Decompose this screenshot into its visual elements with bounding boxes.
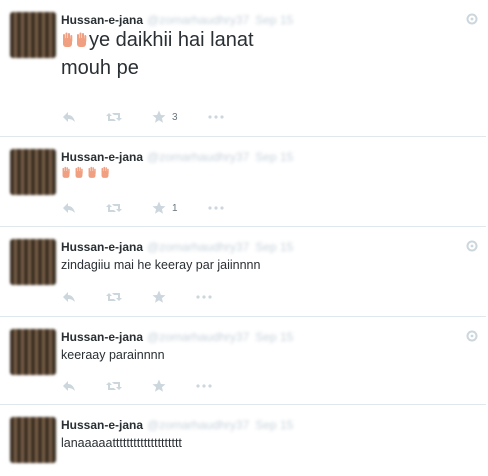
tweet-text-line: mouh pe [61, 57, 139, 79]
more-icon [196, 295, 212, 299]
star-icon [152, 110, 166, 123]
gear-icon[interactable] [466, 13, 478, 25]
retweet-button[interactable] [106, 291, 122, 303]
raised-hand-emoji [77, 32, 87, 47]
user-handle[interactable]: @zomarhaudhry37 [147, 418, 249, 432]
more-button[interactable] [207, 206, 224, 210]
avatar[interactable] [10, 329, 56, 375]
timeline: Hussan-e-jana @zomarhaudhry37 Sep 15 ye da… [0, 0, 488, 476]
tweet[interactable]: Hussan-e-jana @zomarhaudhry37 Sep 15 keera… [0, 317, 486, 405]
more-icon [207, 206, 224, 210]
favorite-button[interactable] [152, 379, 166, 393]
tweet-text-line: ye daikhii hai lanat [89, 29, 254, 51]
star-icon [152, 201, 166, 214]
tweet-actions: 1 [62, 201, 254, 215]
retweet-icon [106, 293, 122, 301]
user-handle[interactable]: @zomarhaudhry37 [147, 150, 249, 164]
user-name[interactable]: Hussan-e-jana [61, 418, 143, 432]
tweet[interactable]: Hussan-e-jana @zomarhaudhry37 Sep 15 1 [0, 137, 486, 227]
tweet-date[interactable]: Sep 15 [255, 13, 293, 27]
gear-icon[interactable] [466, 240, 478, 252]
tweet-text: zindagiiu mai he keeray par jaiinnnn [61, 258, 261, 272]
tweet-date[interactable]: Sep 15 [255, 330, 293, 344]
more-button[interactable] [196, 384, 212, 388]
retweet-icon [106, 204, 122, 212]
user-name[interactable]: Hussan-e-jana [61, 150, 143, 164]
user-name[interactable]: Hussan-e-jana [61, 13, 143, 27]
favorite-count: 1 [172, 202, 178, 214]
user-handle[interactable]: @zomarhaudhry37 [147, 240, 249, 254]
more-button[interactable] [207, 115, 224, 119]
favorite-button[interactable]: 1 [152, 201, 178, 215]
tweet-header: Hussan-e-jana @zomarhaudhry37 Sep 15 [61, 150, 293, 164]
reply-icon [63, 292, 75, 302]
tweet-text [61, 166, 113, 180]
more-icon [196, 384, 212, 388]
tweet[interactable]: Hussan-e-jana @zomarhaudhry37 Sep 15 lanaa… [0, 405, 486, 476]
reply-icon [63, 112, 75, 122]
user-handle[interactable]: @zomarhaudhry37 [147, 330, 249, 344]
tweet-actions [62, 379, 242, 393]
reply-icon [63, 203, 75, 213]
gear-icon[interactable] [466, 330, 478, 342]
retweet-button[interactable] [106, 202, 122, 214]
favorite-count: 3 [172, 111, 178, 123]
tweet-header: Hussan-e-jana @zomarhaudhry37 Sep 15 [61, 13, 293, 27]
avatar[interactable] [10, 417, 56, 463]
user-handle[interactable]: @zomarhaudhry37 [147, 13, 249, 27]
retweet-button[interactable] [106, 380, 122, 392]
reply-button[interactable] [62, 291, 76, 303]
tweet-date[interactable]: Sep 15 [255, 150, 293, 164]
tweet-header: Hussan-e-jana @zomarhaudhry37 Sep 15 [61, 330, 293, 344]
retweet-icon [106, 113, 122, 121]
tweet-date[interactable]: Sep 15 [255, 240, 293, 254]
tweet-date[interactable]: Sep 15 [255, 418, 293, 432]
tweet-text: lanaaaaatttttttttttttttttttt [61, 436, 182, 450]
raised-hand-emoji [101, 166, 109, 178]
tweet-header: Hussan-e-jana @zomarhaudhry37 Sep 15 [61, 240, 293, 254]
tweet-actions [62, 290, 242, 304]
tweet-actions: 3 [62, 110, 254, 124]
reply-button[interactable] [62, 202, 76, 214]
reply-icon [63, 381, 75, 391]
tweet-header: Hussan-e-jana @zomarhaudhry37 Sep 15 [61, 418, 293, 432]
raised-hand-emoji [88, 166, 96, 178]
favorite-button[interactable]: 3 [152, 110, 178, 124]
tweet-text: keeraay parainnnn [61, 348, 165, 362]
reply-button[interactable] [62, 111, 76, 123]
raised-hand-emoji [75, 166, 83, 178]
avatar[interactable] [10, 149, 56, 195]
retweet-icon [106, 382, 122, 390]
favorite-button[interactable] [152, 290, 166, 304]
star-icon [152, 379, 166, 392]
tweet[interactable]: Hussan-e-jana @zomarhaudhry37 Sep 15 zinda… [0, 227, 486, 317]
retweet-button[interactable] [106, 111, 122, 123]
raised-hand-emoji [63, 32, 73, 47]
user-name[interactable]: Hussan-e-jana [61, 330, 143, 344]
raised-hand-emoji [62, 166, 70, 178]
avatar[interactable] [10, 12, 56, 58]
more-icon [207, 115, 224, 119]
tweet[interactable]: Hussan-e-jana @zomarhaudhry37 Sep 15 ye da… [0, 0, 486, 137]
user-name[interactable]: Hussan-e-jana [61, 240, 143, 254]
more-button[interactable] [196, 295, 212, 299]
reply-button[interactable] [62, 380, 76, 392]
avatar[interactable] [10, 239, 56, 285]
tweet-text: ye daikhii hai lanat mouh pe [61, 26, 254, 82]
star-icon [152, 290, 166, 303]
